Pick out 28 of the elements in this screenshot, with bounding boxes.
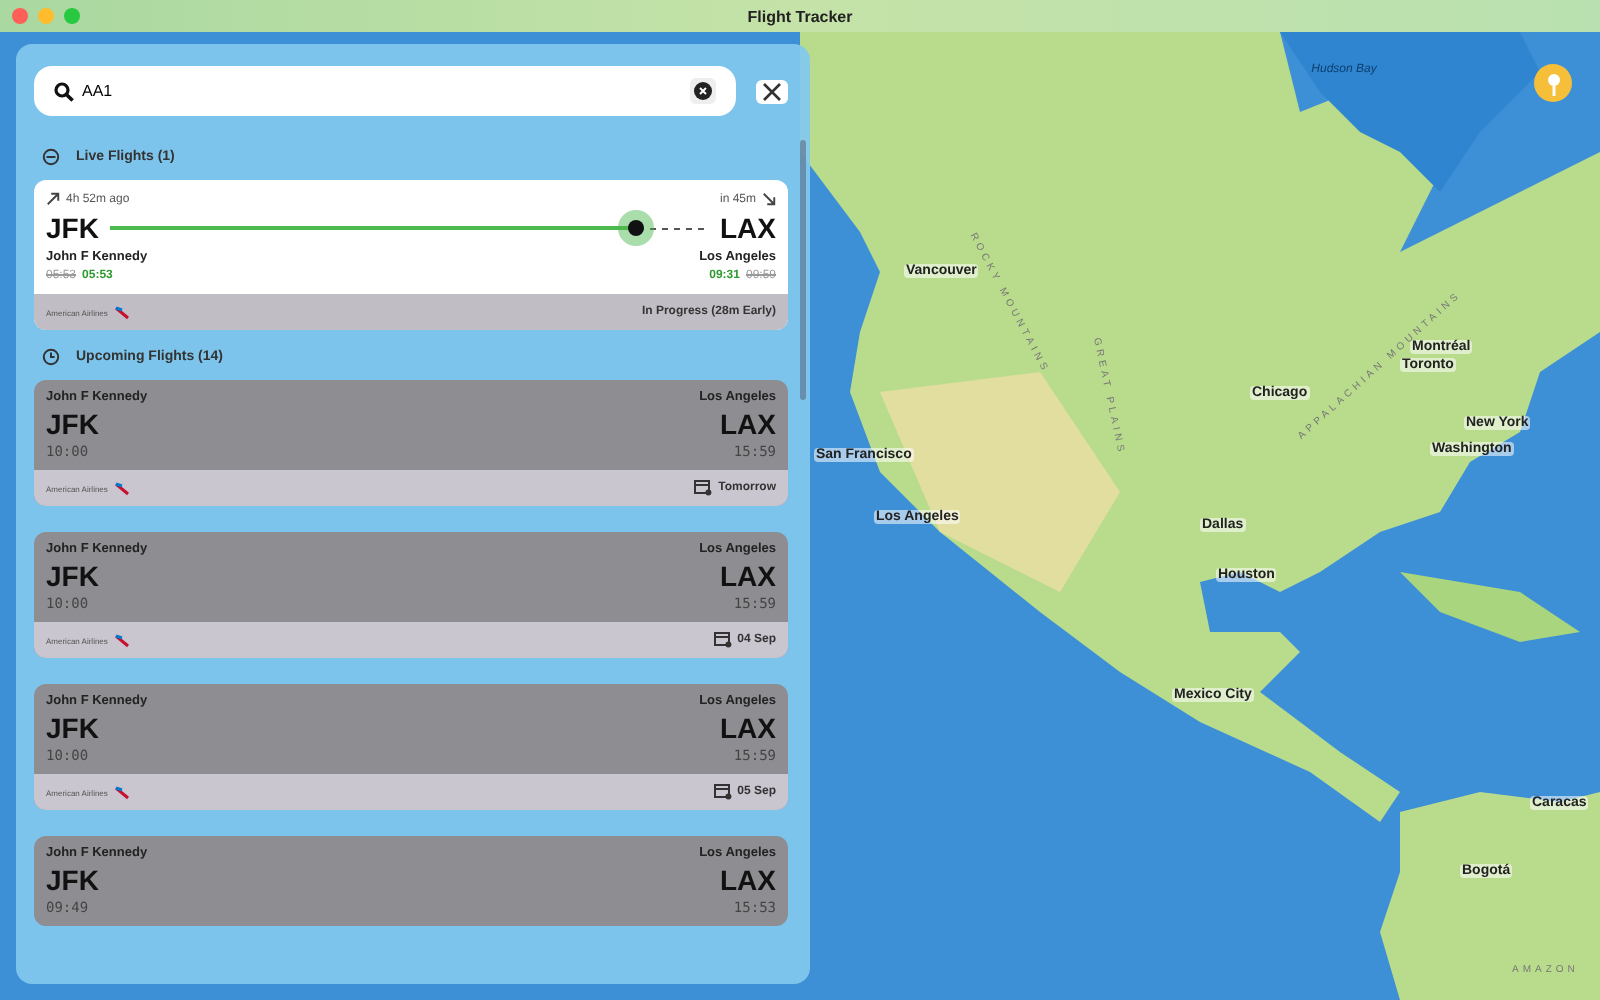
search-input[interactable]: AA1 (82, 82, 682, 100)
origin-code: JFK (46, 712, 99, 744)
destination-code: LAX (720, 712, 776, 744)
calendar-icon (713, 784, 732, 800)
calendar-icon (713, 632, 732, 648)
destination-code: LAX (720, 864, 776, 896)
search-field[interactable]: AA1 (34, 66, 736, 116)
destination-code: LAX (720, 560, 776, 592)
airline-logo-icon (113, 633, 130, 647)
clear-search-button[interactable] (690, 78, 716, 104)
origin-code: JFK (46, 560, 99, 592)
airline-logo-icon (113, 785, 130, 799)
origin-code: JFK (46, 408, 99, 440)
destination-code: LAX (720, 408, 776, 440)
origin-code: JFK (46, 212, 99, 244)
landing-arrow-icon (762, 192, 776, 206)
clock-icon (42, 347, 60, 365)
destination-code: LAX (720, 212, 776, 244)
airline-logo-icon (113, 481, 130, 495)
window-title: Flight Tracker (747, 7, 853, 25)
search-icon (54, 81, 74, 101)
airline-logo-icon (113, 305, 130, 319)
close-button[interactable] (756, 79, 788, 103)
takeoff-arrow-icon (46, 192, 60, 206)
scrollbar[interactable] (800, 140, 806, 400)
calendar-icon (694, 480, 713, 496)
origin-code: JFK (46, 864, 99, 896)
pin-icon (1543, 71, 1563, 95)
